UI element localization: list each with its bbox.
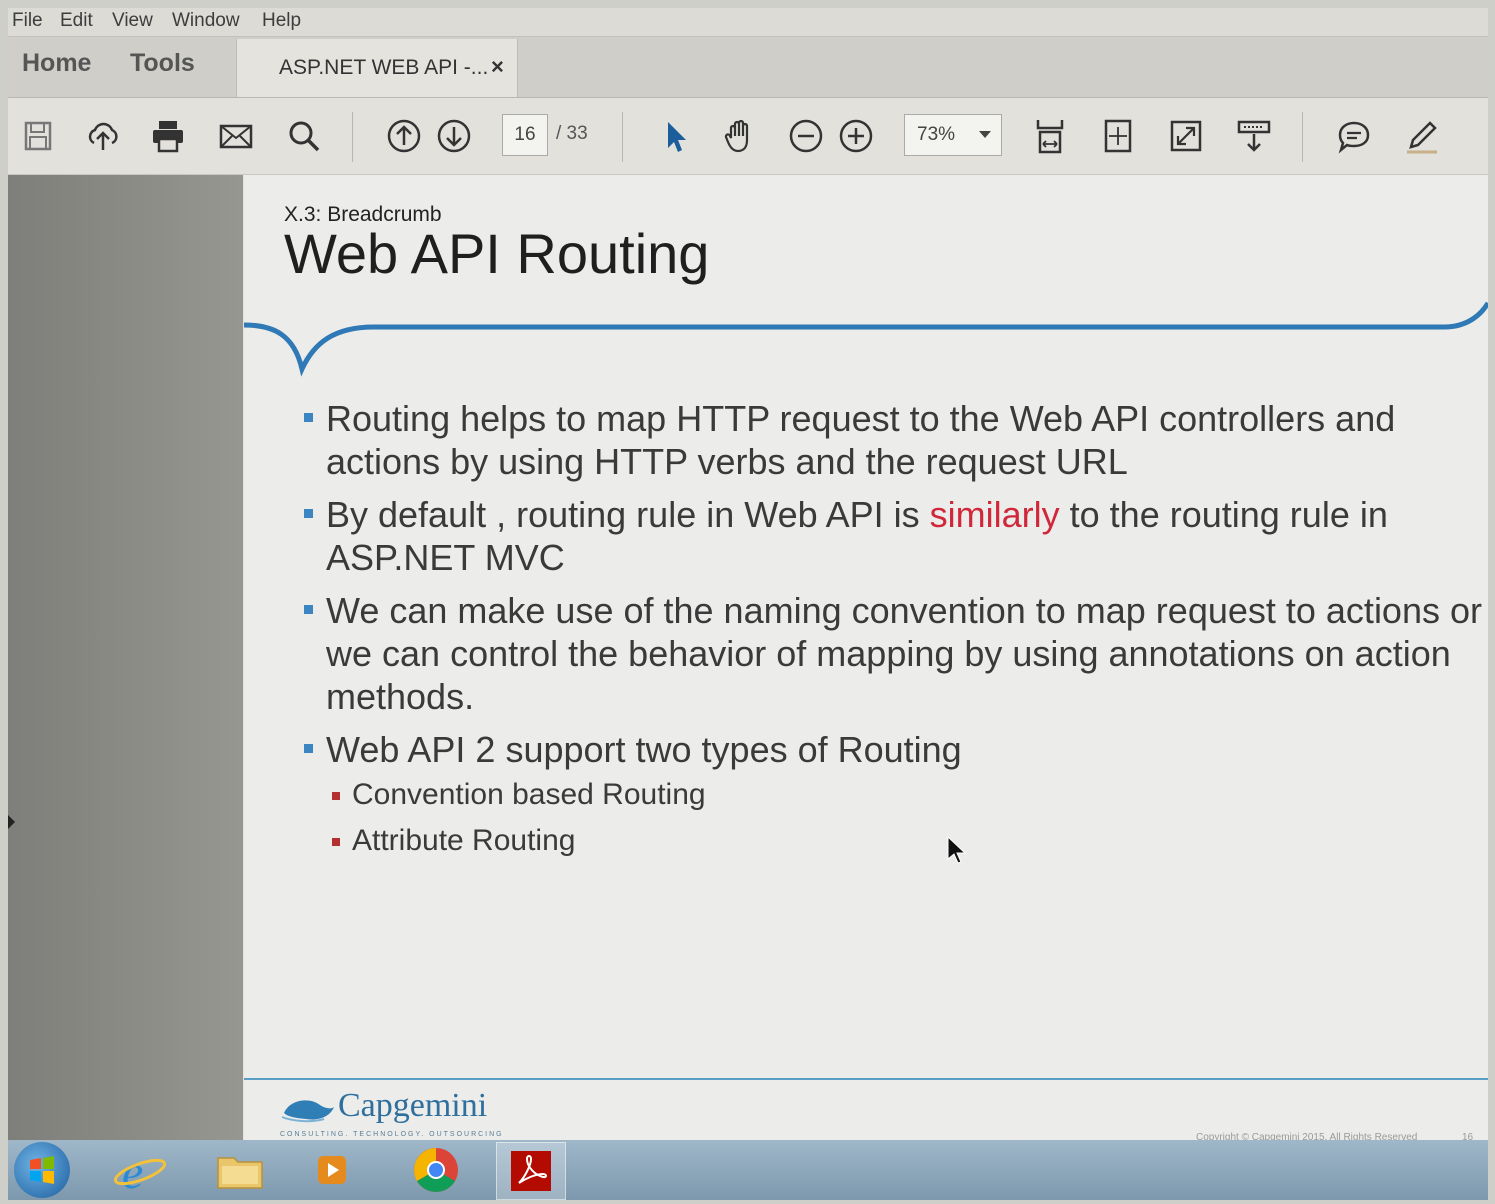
tab-home[interactable]: Home [22,49,91,78]
bullet-marker [304,413,313,422]
media-player-icon [318,1156,346,1184]
tab-tools[interactable]: Tools [130,49,195,78]
bullet-item: Web API 2 support two types of Routing [304,728,1484,771]
acrobat-icon [511,1151,551,1191]
taskbar-internet-explorer[interactable]: e [106,1142,174,1199]
title-underline-swoosh [244,301,1488,377]
page-total: / 33 [556,123,588,144]
zoom-select[interactable]: 73% [904,114,1002,156]
svg-text:e: e [122,1146,143,1198]
menu-view[interactable]: View [112,10,153,32]
bullet-text: Web API 2 support two types of Routing [326,729,962,770]
toolbar-divider [1302,112,1303,162]
bullet-marker [304,744,313,753]
footer-divider [244,1078,1488,1080]
bullet-marker [304,605,313,614]
chevron-down-icon [979,131,991,138]
next-page-icon[interactable] [434,116,474,156]
document-tab-title: ASP.NET WEB API -... [279,56,489,79]
sub-bullet-text: Convention based Routing [352,778,706,811]
toolbar: 16 / 33 73% [8,98,1488,175]
menu-edit[interactable]: Edit [60,10,93,32]
sub-bullet-item: Attribute Routing [304,823,1484,859]
bullet-item: Routing helps to map HTTP request to the… [304,397,1484,483]
spade-logo-icon [281,1100,334,1123]
select-cursor-icon[interactable] [656,116,696,156]
menu-window[interactable]: Window [172,10,240,32]
zoom-value: 73% [917,124,956,145]
sub-bullet-text: Attribute Routing [352,824,576,857]
bullet-item: By default , routing rule in Web API is … [304,493,1484,579]
start-button[interactable] [14,1142,70,1198]
navigation-panel [8,175,243,1145]
save-icon[interactable] [18,116,58,156]
bullet-text: Routing helps to map HTTP request to the… [326,398,1396,482]
sub-bullet-item: Convention based Routing [304,777,1484,813]
folder-icon [217,1157,263,1189]
highlighted-word: similarly [929,494,1060,535]
sub-bullet-marker [332,792,340,800]
print-icon[interactable] [148,116,188,156]
cloud-upload-icon[interactable] [83,116,123,156]
zoom-out-icon[interactable] [786,116,826,156]
chrome-icon [414,1148,458,1192]
comment-icon[interactable] [1334,116,1374,156]
menu-help[interactable]: Help [262,10,301,32]
highlight-pen-icon[interactable] [1402,116,1442,156]
toolbar-divider [352,112,353,162]
fit-width-icon[interactable] [1030,116,1070,156]
panel-expand-icon[interactable] [8,815,15,829]
search-icon[interactable] [284,116,324,156]
logo-text: Capgemini [338,1087,488,1124]
hand-tool-icon[interactable] [720,116,760,156]
windows-logo-icon [30,1156,54,1184]
bullet-marker [304,509,313,518]
bullet-list: Routing helps to map HTTP request to the… [304,397,1484,869]
acrobat-window: File Edit View Window Help Home Tools AS… [8,8,1488,1200]
fit-page-icon[interactable] [1098,116,1138,156]
bullet-item: We can make use of the naming convention… [304,589,1484,718]
logo-tagline: CONSULTING. TECHNOLOGY. OUTSOURCING [280,1131,504,1138]
menu-file[interactable]: File [12,10,43,32]
bullet-text: We can make use of the naming convention… [326,590,1482,717]
toolbar-divider [622,112,623,162]
zoom-in-icon[interactable] [836,116,876,156]
internet-explorer-icon: e [113,1146,167,1199]
taskbar-file-explorer[interactable] [206,1142,274,1198]
page-number-input[interactable]: 16 [502,114,548,156]
sub-bullet-marker [332,838,340,846]
email-icon[interactable] [216,116,256,156]
close-tab-icon[interactable]: × [491,54,504,80]
taskbar-media-player[interactable] [298,1142,366,1198]
taskbar-chrome[interactable] [402,1142,470,1198]
taskbar: e [8,1140,1488,1200]
bullet-text: By default , routing rule in Web API is [326,494,930,535]
scroll-mode-icon[interactable] [1234,116,1274,156]
mouse-pointer-icon [947,835,967,864]
tab-bar: Home Tools ASP.NET WEB API -... × [8,37,1488,98]
full-screen-icon[interactable] [1166,116,1206,156]
taskbar-acrobat-reader[interactable] [496,1142,566,1200]
previous-page-icon[interactable] [384,116,424,156]
slide-page: X.3: Breadcrumb Web API Routing Routing … [244,175,1488,1145]
slide-title: Web API Routing [284,222,710,285]
tab-document[interactable]: ASP.NET WEB API -... × [236,39,518,97]
menu-bar: File Edit View Window Help [8,8,1488,37]
